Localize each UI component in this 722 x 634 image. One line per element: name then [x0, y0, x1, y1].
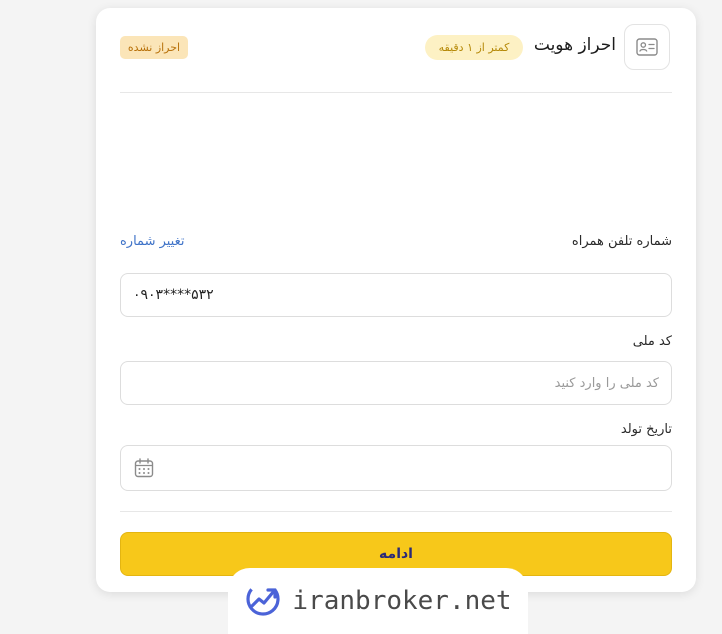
identity-verification-card: احراز هویت کمتر از ۱ دقیقه احراز نشده شم… [96, 8, 696, 592]
status-badge: احراز نشده [120, 36, 188, 59]
form-divider [120, 511, 672, 512]
header-divider [120, 92, 672, 93]
phone-label: شماره تلفن همراه [571, 234, 672, 249]
id-card-icon [624, 24, 670, 70]
birthdate-label: تاریخ تولد [620, 422, 672, 437]
national-id-input[interactable] [121, 362, 671, 404]
national-id-field-wrapper [120, 361, 672, 405]
iranbroker-logo-icon [244, 580, 282, 622]
phone-value: ۰۹۰۳****۵۳۲ [133, 287, 214, 303]
birthdate-field[interactable] [120, 445, 672, 491]
phone-field[interactable]: ۰۹۰۳****۵۳۲ [120, 273, 672, 317]
watermark: iranbroker.net [228, 568, 528, 634]
change-number-link[interactable]: تغییر شماره [120, 234, 185, 249]
watermark-text: iranbroker.net [292, 586, 512, 616]
national-id-label: کد ملی [632, 334, 672, 349]
page-title: احراز هویت [533, 35, 616, 55]
time-estimate-badge: کمتر از ۱ دقیقه [425, 35, 523, 60]
calendar-icon[interactable] [133, 457, 155, 479]
